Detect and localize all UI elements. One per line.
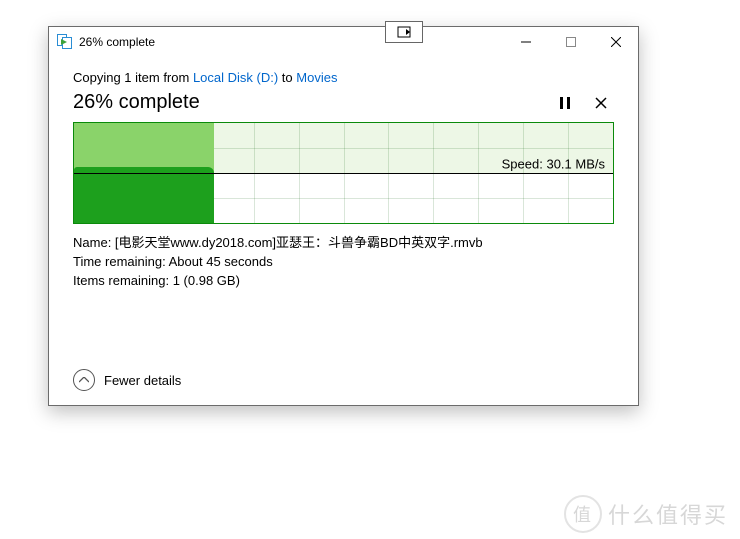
items-remaining-label: Items remaining (73, 273, 173, 288)
window-title: 26% complete (79, 35, 155, 49)
file-copy-dialog: 26% complete Copying 1 item from Local D… (48, 26, 639, 406)
cancel-button[interactable] (594, 96, 608, 110)
titlebar: 26% complete (49, 27, 638, 56)
watermark-icon: 值 (564, 495, 602, 533)
speed-graph: Speed: 30.1 MB/s (73, 122, 614, 224)
close-button[interactable] (593, 27, 638, 56)
items-remaining-value: 1 (0.98 GB) (173, 273, 240, 288)
copy-mid: to (278, 70, 296, 85)
chevron-up-icon (73, 369, 95, 391)
copy-icon (57, 34, 73, 50)
time-remaining-label: Time remaining (73, 254, 169, 269)
speed-label: Speed: 30.1 MB/s (502, 157, 605, 172)
name-label: Name (73, 235, 115, 250)
copy-description: Copying 1 item from Local Disk (D:) to M… (73, 70, 614, 85)
fewer-details-toggle[interactable]: Fewer details (73, 369, 181, 391)
watermark-text: 什么值得买 (608, 498, 728, 530)
progress-heading: 26% complete (73, 91, 200, 114)
fewer-details-label: Fewer details (104, 373, 181, 388)
copy-prefix: Copying 1 item from (73, 70, 193, 85)
watermark: 值 什么值得买 (564, 495, 728, 533)
details-block: Name[电影天堂www.dy2018.com]亚瑟王：斗兽争霸BD中英双字.r… (73, 234, 614, 291)
source-link[interactable]: Local Disk (D:) (193, 70, 278, 85)
name-value: [电影天堂www.dy2018.com]亚瑟王：斗兽争霸BD中英双字.rmvb (115, 235, 483, 250)
minimize-button[interactable] (503, 27, 548, 56)
dest-link[interactable]: Movies (296, 70, 337, 85)
pause-button[interactable] (558, 96, 572, 110)
maximize-button[interactable] (548, 27, 593, 56)
time-remaining-value: About 45 seconds (169, 254, 273, 269)
